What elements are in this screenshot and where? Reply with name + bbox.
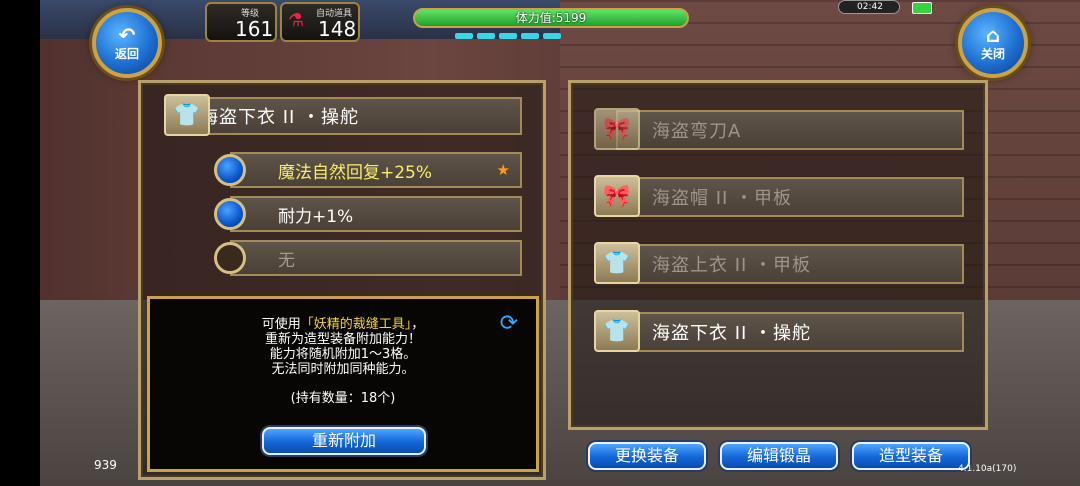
ability-orb-2 <box>214 198 246 230</box>
equipment-item-2[interactable]: 海盗帽 II ・甲板 <box>616 177 964 217</box>
info-line-1-item: 「妖精的裁缝工具」 <box>300 317 412 332</box>
armor-icon: 👕 <box>594 242 640 284</box>
ability-label-1: 魔法自然回复+25% <box>278 162 433 183</box>
info-line-4: 无法同时附加同种能力。 <box>271 362 415 377</box>
ability-label-2: 耐力+1% <box>278 206 354 227</box>
sp-segment <box>521 33 539 39</box>
potion-icon: ⚗ <box>288 10 305 31</box>
reattach-button-label: 重新附加 <box>311 431 376 450</box>
info-line-1: 可使用「妖精的裁缝工具」， <box>150 317 536 332</box>
sp-segment <box>477 33 495 39</box>
back-button[interactable]: ↶ 返回 <box>92 8 162 78</box>
info-line-1-suffix: ， <box>411 317 425 332</box>
ability-slot-3[interactable]: 无 <box>230 240 522 276</box>
swap-equipment-label: 更换装备 <box>614 446 679 465</box>
armor-icon: 👕 <box>164 94 210 136</box>
level-box: 等级 161 <box>205 2 277 42</box>
ability-orb-3 <box>214 242 246 274</box>
sp-segment <box>455 33 473 39</box>
refresh-icon[interactable]: ⟳ <box>500 311 518 336</box>
edit-crystal-label: 编辑锻晶 <box>746 446 811 465</box>
edit-crystal-button[interactable]: 编辑锻晶 <box>720 442 838 470</box>
sp-segment <box>499 33 517 39</box>
level-value: 161 <box>235 17 274 41</box>
armor-icon: 👕 <box>594 310 640 352</box>
style-equipment-button[interactable]: 造型装备 <box>852 442 970 470</box>
equipment-name-4: 海盗下衣 II ・操舵 <box>652 323 812 344</box>
screen-edge <box>0 0 40 486</box>
ability-slot-1[interactable]: 魔法自然回复+25% ★ <box>230 152 522 188</box>
battery-icon <box>912 2 932 14</box>
equipment-item-3[interactable]: 海盗上衣 II ・甲板 <box>616 244 964 284</box>
ribbon-icon: 🎀 <box>594 175 640 217</box>
info-line-1-prefix: 可使用 <box>261 317 301 332</box>
partial-counter-text: 939 <box>94 458 117 472</box>
back-arrow-icon: ↶ <box>118 22 136 47</box>
potion-box[interactable]: ⚗ 自动道具 148 <box>280 2 360 42</box>
hp-text: 体力值:5199 <box>515 11 587 25</box>
selected-item-name: 海盗下衣 II ・操舵 <box>200 107 360 128</box>
equipment-name-2: 海盗帽 II ・甲板 <box>652 188 793 209</box>
info-line-3: 能力将随机附加1～3格。 <box>269 347 417 362</box>
equipment-name-3: 海盗上衣 II ・甲板 <box>652 255 812 276</box>
close-label: 关闭 <box>980 46 1005 61</box>
clock-text: 02:42 <box>857 2 883 12</box>
clock: 02:42 <box>838 0 900 14</box>
style-equipment-label: 造型装备 <box>878 446 943 465</box>
ability-slot-2[interactable]: 耐力+1% <box>230 196 522 232</box>
selected-item-row: 海盗下衣 II ・操舵 <box>186 97 522 135</box>
potion-value: 148 <box>318 17 357 41</box>
home-icon: ⌂ <box>985 22 1001 47</box>
close-button[interactable]: ⌂ 关闭 <box>958 8 1028 78</box>
reattach-button[interactable]: 重新附加 <box>262 427 426 455</box>
ability-orb-1 <box>214 154 246 186</box>
partial-counter: 939 <box>94 458 117 472</box>
equipment-item-1[interactable]: 海盗弯刀A <box>616 110 964 150</box>
swap-equipment-button[interactable]: 更换装备 <box>588 442 706 470</box>
ribbon-icon: 🎀 <box>594 108 640 150</box>
star-icon: ★ <box>496 161 510 179</box>
sp-segment <box>543 33 561 39</box>
holdings-count: (持有数量：18个) <box>290 391 396 406</box>
equipment-item-4[interactable]: 海盗下衣 II ・操舵 <box>616 312 964 352</box>
back-label: 返回 <box>114 46 139 61</box>
info-line-2: 重新为造型装备附加能力！ <box>264 332 421 347</box>
hp-bar: 体力值:5199 <box>413 8 689 28</box>
sp-bar <box>455 33 561 39</box>
version-label: 4.1.10a(170) <box>958 464 1017 474</box>
